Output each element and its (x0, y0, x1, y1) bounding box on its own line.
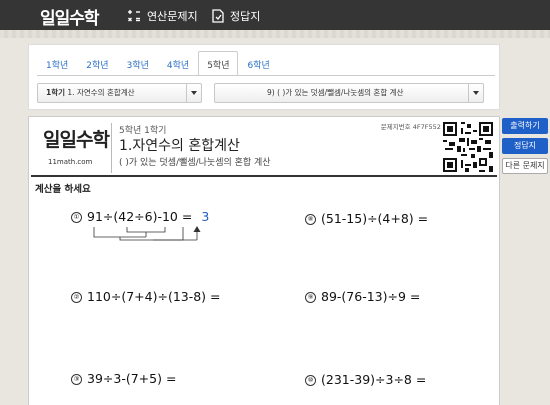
answer-sheet-button[interactable]: 정답지 (502, 138, 548, 154)
problem-number: ② (71, 292, 82, 303)
problem-number: ⑩ (305, 375, 316, 386)
problem-number: ⑨ (305, 292, 316, 303)
chevron-down-icon (468, 84, 483, 102)
tab-grade-6[interactable]: 6학년 (238, 51, 278, 75)
worksheet: 일일수학 11math.com 5학년 1학기 1.자연수의 혼합계산 ( )가… (28, 116, 500, 405)
nav-worksheet[interactable]: 연산문제지 (127, 8, 198, 24)
nav-answers-label: 정답지 (230, 10, 261, 23)
problem-9: ⑨ 89-(76-13)÷9 = (305, 289, 420, 305)
problem-answer: 3 (201, 209, 210, 224)
problem-expression: 89-(76-13)÷9 = (321, 289, 421, 304)
instruction: 계산을 하세요 (35, 184, 91, 195)
unit-select-semester: 1학기 (46, 88, 66, 97)
tab-grade-3[interactable]: 3학년 (118, 51, 158, 75)
problem-3: ③ 39÷3-(7+5) = (71, 371, 176, 387)
worksheet-subtitle: ( )가 있는 덧셈/뺄셈/나눗셈의 혼합 계산 (119, 158, 271, 168)
problem-expression: 39÷3-(7+5) = (87, 371, 177, 386)
worksheet-logo: 일일수학 (43, 129, 110, 151)
problem-expression: (51-15)÷(4+8) = (321, 211, 429, 226)
tab-grade-5[interactable]: 5학년 (198, 51, 239, 75)
answer-sheet-icon (212, 9, 224, 23)
problem-8: ⑧ (51-15)÷(4+8) = (305, 211, 428, 227)
top-bar: 일일수학 연산문제지 정답지 (0, 0, 550, 30)
unit-select-value: 1. 자연수의 혼합계산 (65, 88, 135, 97)
problem-10: ⑩ (231-39)÷3÷8 = (305, 372, 426, 388)
print-button[interactable]: 출력하기 (502, 118, 548, 134)
qr-code-icon (441, 120, 495, 174)
tab-grade-4[interactable]: 4학년 (158, 51, 198, 75)
app-logo[interactable]: 일일수학 (40, 4, 100, 29)
problem-2: ② 110÷(7+4)÷(13-8) = (71, 289, 221, 305)
topic-select[interactable]: 9) ( )가 있는 덧셈/뺄셈/나눗셈의 혼합 계산 (214, 83, 484, 103)
selection-panel: 1학년 2학년 3학년 4학년 5학년 6학년 1학기 1. 자연수의 혼합계산… (28, 44, 500, 110)
tab-grade-2[interactable]: 2학년 (77, 51, 117, 75)
problem-number: ① (71, 212, 82, 223)
worksheet-title: 1.자연수의 혼합계산 (119, 138, 240, 154)
worksheet-header: 일일수학 11math.com 5학년 1학기 1.자연수의 혼합계산 ( )가… (31, 119, 497, 177)
nav-answers[interactable]: 정답지 (212, 8, 260, 24)
problem-1: ① 91÷(42÷6)-10 = 3 (71, 209, 209, 225)
tab-divider (37, 75, 495, 76)
solution-steps-diagram (93, 226, 201, 241)
problem-expression: (231-39)÷3÷8 = (321, 372, 427, 387)
other-worksheet-button[interactable]: 다른 문제지 (502, 158, 548, 174)
chevron-down-icon (186, 84, 201, 102)
nav-worksheet-label: 연산문제지 (147, 10, 198, 23)
tab-grade-1[interactable]: 1학년 (37, 51, 77, 75)
problem-number: ⑧ (305, 214, 316, 225)
topic-select-value: 9) ( )가 있는 덧셈/뺄셈/나눗셈의 혼합 계산 (267, 88, 404, 97)
arrow-up-icon (193, 226, 201, 232)
problem-number: ③ (71, 374, 82, 385)
header-divider (111, 123, 112, 173)
problem-expression: 91÷(42÷6)-10 = (87, 209, 193, 224)
decorative-stripe (0, 30, 550, 38)
grade-tabs: 1학년 2학년 3학년 4학년 5학년 6학년 (37, 51, 279, 75)
worksheet-number: 문제지번호 4F7F552E (380, 123, 445, 131)
unit-select[interactable]: 1학기 1. 자연수의 혼합계산 (37, 83, 202, 103)
worksheet-url: 11math.com (48, 158, 93, 166)
calculator-icon (128, 10, 140, 22)
problem-expression: 110÷(7+4)÷(13-8) = (87, 289, 221, 304)
